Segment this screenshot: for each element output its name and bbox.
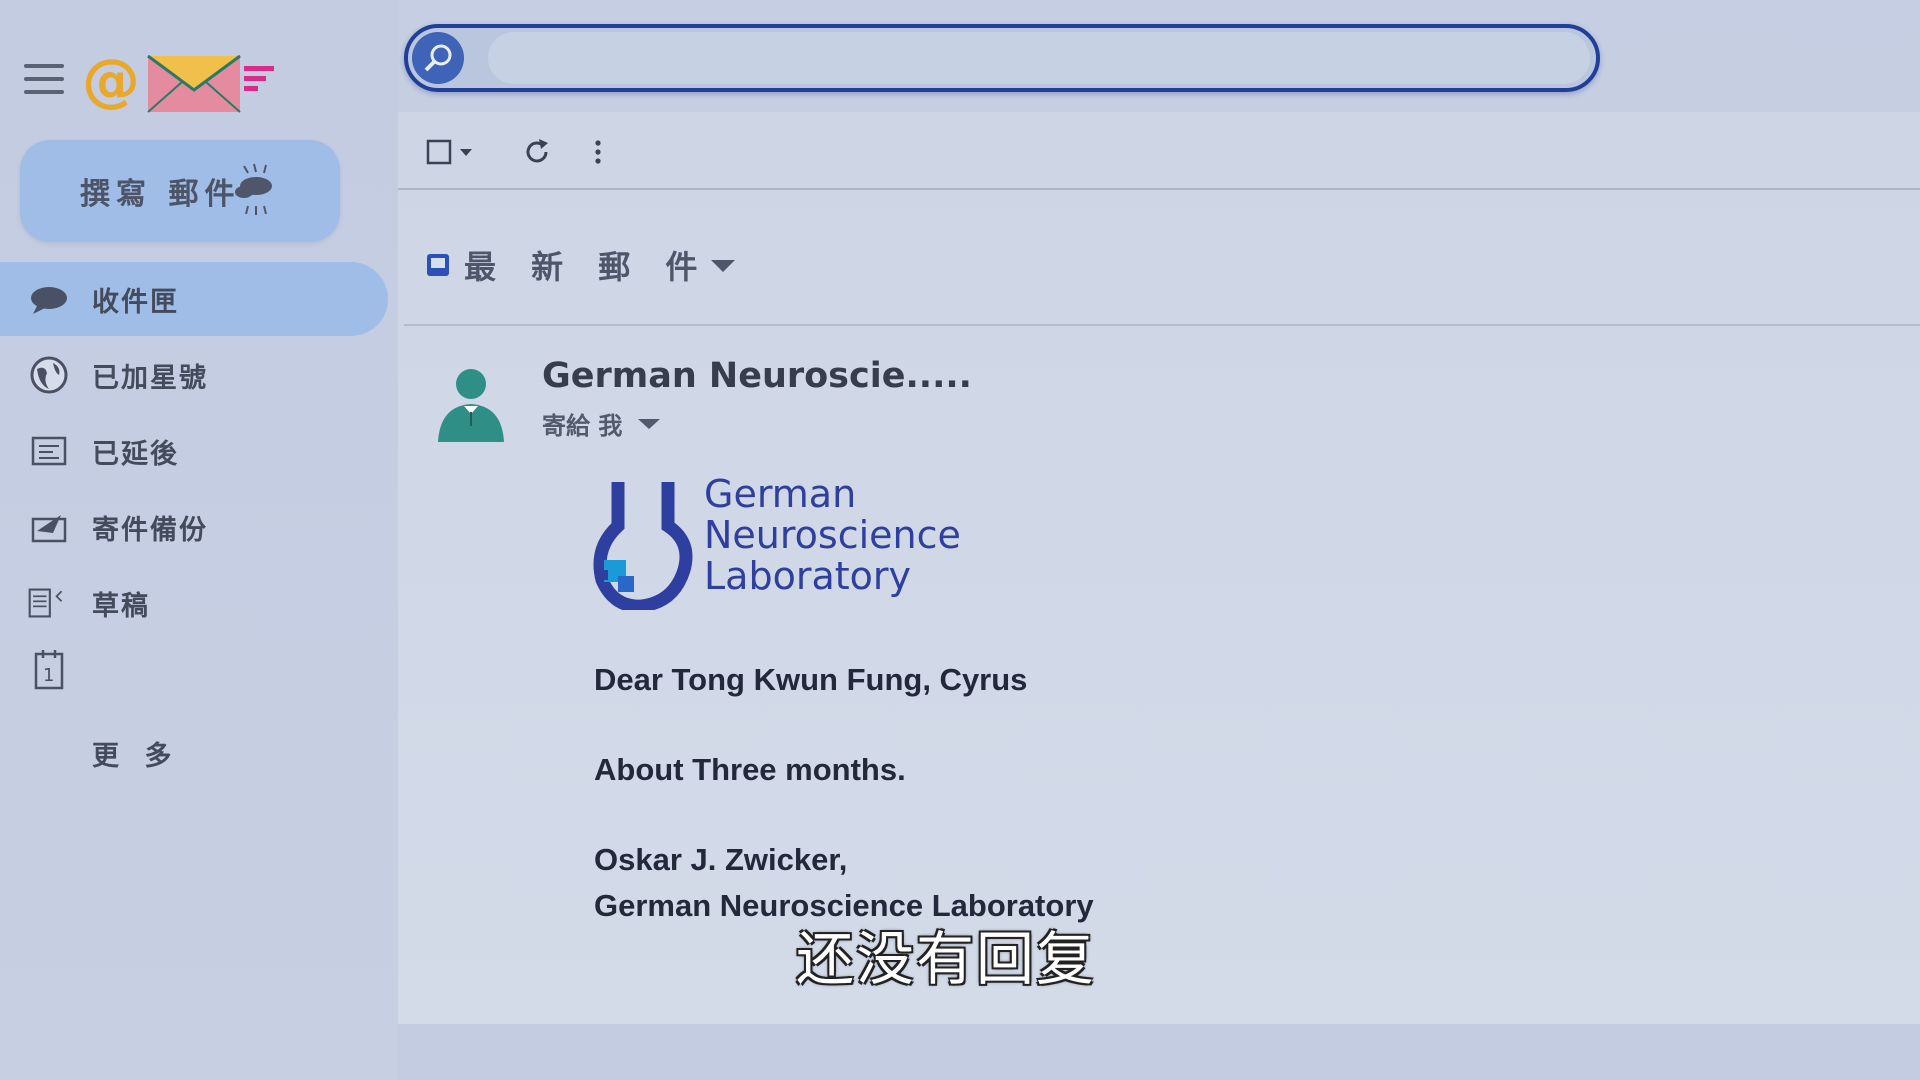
to-me-label: 寄給 我 bbox=[542, 412, 623, 440]
signature-name: Oskar J. Zwicker, bbox=[594, 842, 848, 877]
toolbar bbox=[398, 112, 1920, 190]
sidebar-item-label: 已加星號 bbox=[92, 362, 208, 394]
search-input[interactable] bbox=[488, 32, 1590, 84]
chevron-down-icon bbox=[638, 418, 661, 429]
search-bar bbox=[404, 24, 1600, 92]
sender-name[interactable]: German Neuroscie..... bbox=[542, 356, 972, 396]
sidebar-item-label: 收件匣 bbox=[92, 286, 179, 318]
globe-icon bbox=[28, 354, 70, 396]
main-panel: 最 新 郵 件 German Neuroscie..... 寄給 我 Germa… bbox=[398, 112, 1920, 1024]
logo-line: German bbox=[704, 472, 857, 516]
sidebar-item-label: 草稿 bbox=[92, 590, 150, 622]
recipient-details[interactable]: 寄給 我 bbox=[542, 406, 664, 441]
flask-logo-icon bbox=[593, 482, 693, 610]
hamburger-menu-icon[interactable] bbox=[24, 64, 64, 98]
avatar[interactable] bbox=[434, 356, 508, 446]
org-logo: German Neuroscience Laboratory bbox=[588, 474, 1008, 614]
chevron-down-icon bbox=[711, 260, 736, 272]
snooze-box-icon bbox=[28, 430, 70, 472]
chat-bubble-icon bbox=[28, 278, 70, 320]
refresh-button[interactable] bbox=[522, 134, 552, 170]
more-vert-icon bbox=[595, 140, 601, 164]
svg-text:1: 1 bbox=[43, 665, 54, 686]
sidebar-item-inbox[interactable]: 收件匣 bbox=[0, 262, 388, 336]
compose-icon bbox=[235, 163, 272, 215]
search-icon bbox=[424, 44, 452, 72]
svg-text:@: @ bbox=[82, 48, 140, 114]
draft-document-icon bbox=[28, 582, 70, 624]
more-options-button[interactable] bbox=[588, 134, 608, 170]
more-link[interactable]: 更 多 bbox=[92, 734, 179, 773]
search-button[interactable] bbox=[412, 32, 464, 84]
email-greeting: Dear Tong Kwun Fung, Cyrus bbox=[594, 662, 1028, 697]
compose-label: 撰寫 郵件 bbox=[80, 177, 241, 212]
calendar-day-icon: 1 bbox=[28, 648, 70, 690]
sidebar: @ 撰寫 郵件 收件匣 已加星號 已延後 寄件備份 草稿 1 更 多 bbox=[0, 0, 398, 1080]
next-message-strip bbox=[398, 1024, 1920, 1080]
logo-line: Neuroscience bbox=[704, 513, 961, 557]
sidebar-item-label: 寄件備份 bbox=[92, 514, 208, 546]
sidebar-item-label: 已延後 bbox=[92, 438, 179, 470]
sidebar-item-snoozed[interactable]: 已延後 bbox=[0, 414, 388, 488]
section-title: 最 新 郵 件 bbox=[464, 248, 710, 286]
sent-icon bbox=[28, 506, 70, 548]
sidebar-item-sent[interactable]: 寄件備份 bbox=[0, 490, 388, 564]
app-logo: @ bbox=[82, 48, 274, 114]
org-logo-text: German Neuroscience Laboratory bbox=[704, 474, 961, 597]
select-checkbox-icon bbox=[426, 139, 472, 165]
compose-button[interactable]: 撰寫 郵件 bbox=[20, 140, 340, 242]
divider bbox=[404, 324, 1920, 326]
section-header[interactable]: 最 新 郵 件 bbox=[426, 240, 737, 290]
logo-line: Laboratory bbox=[704, 554, 911, 598]
sidebar-item-starred[interactable]: 已加星號 bbox=[0, 338, 388, 412]
video-subtitle: 还没有回复 bbox=[796, 925, 1097, 993]
email-body: About Three months. bbox=[594, 752, 906, 787]
refresh-icon bbox=[526, 139, 548, 163]
select-checkbox-button[interactable] bbox=[426, 134, 480, 170]
sidebar-item-drafts[interactable]: 草稿 bbox=[0, 566, 388, 640]
inbox-square-icon bbox=[427, 254, 449, 276]
sidebar-item-calendar[interactable]: 1 bbox=[0, 632, 388, 706]
